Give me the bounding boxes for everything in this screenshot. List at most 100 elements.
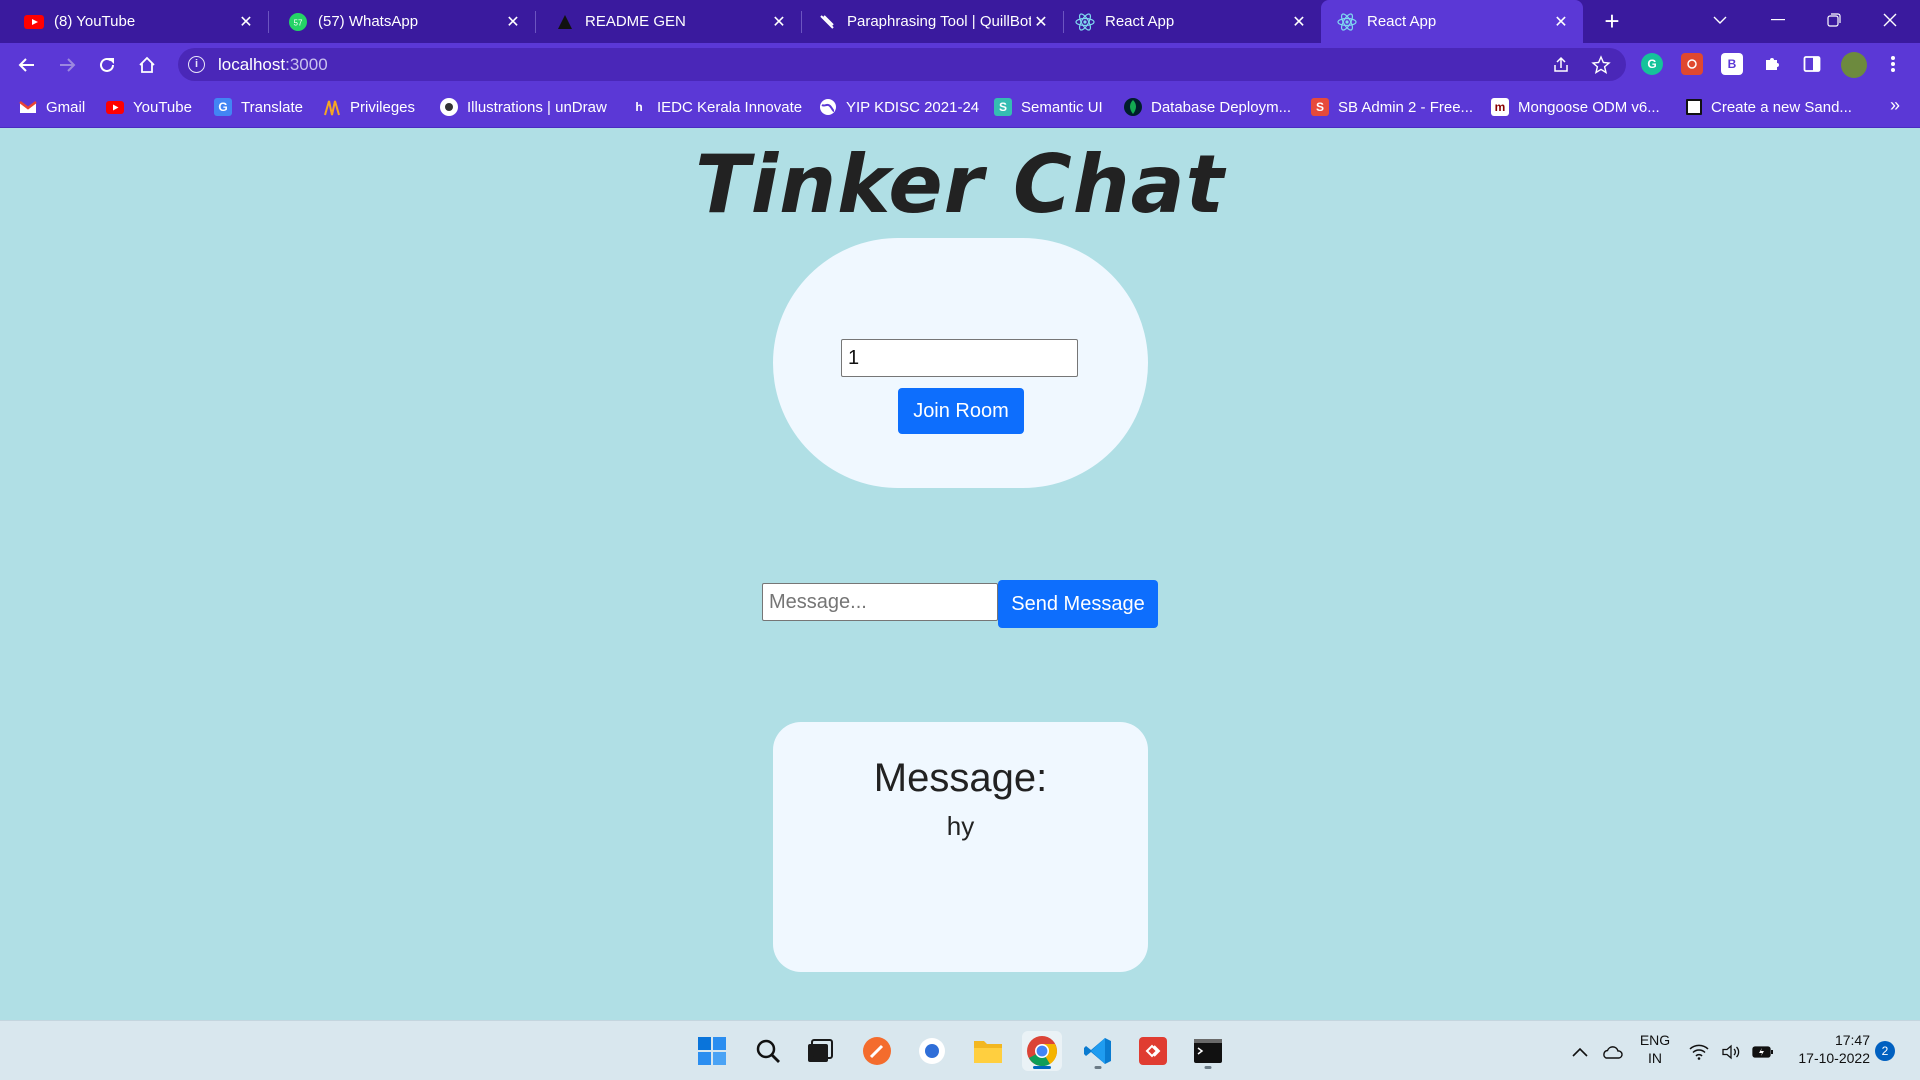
translate-icon: G [214, 98, 232, 116]
language-indicator[interactable]: ENG IN [1636, 1031, 1674, 1067]
site-info-icon[interactable]: i [188, 56, 205, 73]
wifi-icon[interactable] [1688, 1041, 1710, 1063]
bookmark-gmail[interactable]: Gmail [19, 96, 85, 118]
bookmark-database-deployments[interactable]: Database Deploym... [1124, 96, 1291, 118]
tab-search-chevron-icon[interactable] [1692, 0, 1748, 40]
side-panel-icon[interactable] [1801, 53, 1823, 75]
minimize-button[interactable] [1750, 0, 1806, 40]
page-title: Tinker Chat [695, 138, 1225, 231]
bookmark-label: Create a new Sand... [1711, 98, 1852, 116]
windows-start-icon[interactable] [692, 1031, 732, 1071]
close-icon[interactable]: ✕ [503, 12, 523, 32]
tab-divider [268, 11, 269, 33]
tab-readme-gen[interactable]: README GEN ✕ [537, 0, 801, 43]
message-input[interactable] [762, 583, 998, 621]
back-button[interactable] [13, 51, 41, 79]
active-indicator [1033, 1066, 1051, 1069]
bookmark-label: Illustrations | unDraw [467, 98, 607, 116]
tab-youtube[interactable]: (8) YouTube ✕ [0, 0, 268, 43]
bookmark-sb-admin[interactable]: S SB Admin 2 - Free... [1311, 96, 1473, 118]
clock-date: 17-10-2022 [1798, 1050, 1870, 1066]
bookmark-iedc[interactable]: h IEDC Kerala Innovate [630, 96, 802, 118]
close-icon[interactable]: ✕ [1289, 12, 1309, 32]
bookmark-label: Semantic UI [1021, 98, 1103, 116]
app-launcher-icon[interactable] [912, 1031, 952, 1071]
sb-admin-icon: S [1311, 98, 1329, 116]
grammarly-extension-icon[interactable]: G [1641, 53, 1663, 75]
bookmark-codesandbox[interactable]: Create a new Sand... [1686, 96, 1852, 118]
bookmark-yip-kdisc[interactable]: YIP KDISC 2021-24 [819, 96, 979, 118]
room-id-input[interactable] [841, 339, 1078, 377]
close-icon[interactable]: ✕ [236, 12, 256, 32]
bookmark-translate[interactable]: G Translate [214, 96, 303, 118]
tab-quillbot[interactable]: Paraphrasing Tool | QuillBot ✕ [803, 0, 1063, 43]
running-indicator [1094, 1066, 1102, 1069]
forward-button[interactable] [53, 51, 81, 79]
tab-react-app[interactable]: React App ✕ [1065, 0, 1321, 43]
mongodb-leaf-icon [1124, 98, 1142, 116]
extension-b-icon[interactable]: B [1721, 53, 1743, 75]
url-port: :3000 [285, 55, 328, 74]
restore-button[interactable] [1806, 0, 1862, 40]
volume-icon[interactable] [1720, 1041, 1742, 1063]
undraw-icon [440, 98, 458, 116]
tab-label: React App [1105, 13, 1175, 30]
brave-browser-icon[interactable] [857, 1031, 897, 1071]
extensions-puzzle-icon[interactable] [1761, 53, 1783, 75]
tab-strip: (8) YouTube ✕ 57 (57) WhatsApp ✕ README … [0, 0, 1920, 43]
bookmark-youtube[interactable]: YouTube [106, 96, 192, 118]
close-icon[interactable]: ✕ [1551, 12, 1571, 32]
address-bar[interactable]: i localhost:3000 [178, 48, 1626, 81]
bookmark-privileges[interactable]: Privileges [323, 96, 415, 118]
close-window-button[interactable] [1862, 0, 1918, 40]
tab-react-app-active[interactable]: React App ✕ [1321, 0, 1583, 43]
globe-icon [819, 98, 837, 116]
task-view-icon[interactable] [800, 1031, 840, 1071]
tab-label: Paraphrasing Tool | QuillBot [847, 13, 1031, 30]
address-toolbar: i localhost:3000 G B [0, 43, 1920, 86]
join-room-button[interactable]: Join Room [898, 388, 1024, 434]
close-icon[interactable]: ✕ [769, 12, 789, 32]
close-icon[interactable]: ✕ [1031, 12, 1051, 32]
profile-avatar[interactable] [1841, 52, 1867, 78]
region-code: IN [1648, 1050, 1662, 1066]
bookmark-undraw[interactable]: Illustrations | unDraw [440, 96, 607, 118]
language-code: ENG [1639, 1032, 1671, 1048]
privileges-icon [323, 98, 341, 116]
bookmarks-bar: Gmail YouTube G Translate Privileges Ill… [0, 86, 1920, 128]
quillbot-icon [817, 12, 837, 32]
bookmark-semantic-ui[interactable]: S Semantic UI [994, 96, 1103, 118]
chevron-up-icon[interactable] [1569, 1041, 1591, 1063]
git-client-icon[interactable] [1133, 1031, 1173, 1071]
bookmark-label: IEDC Kerala Innovate [657, 98, 803, 116]
file-explorer-icon[interactable] [968, 1031, 1008, 1071]
search-icon[interactable] [748, 1031, 788, 1071]
join-room-card: Join Room [773, 238, 1148, 488]
new-tab-button[interactable]: + [1598, 8, 1626, 36]
clock-time: 17:47 [1834, 1032, 1870, 1048]
app-viewport: Tinker Chat Join Room Send Message Messa… [0, 128, 1920, 1020]
reload-button[interactable] [93, 51, 121, 79]
notification-badge[interactable]: 2 [1875, 1041, 1895, 1061]
tab-whatsapp[interactable]: 57 (57) WhatsApp ✕ [270, 0, 535, 43]
terminal-icon[interactable] [1188, 1031, 1228, 1071]
message-heading: Message: [873, 756, 1048, 800]
share-icon[interactable] [1550, 54, 1572, 76]
chrome-taskbar-icon[interactable] [1022, 1031, 1062, 1071]
extension-red-icon[interactable] [1681, 53, 1703, 75]
vscode-icon[interactable] [1078, 1031, 1118, 1071]
more-bookmarks-icon[interactable]: » [1890, 95, 1900, 116]
bookmark-mongoose[interactable]: m Mongoose ODM v6... [1491, 96, 1660, 118]
clock[interactable]: 17:47 17-10-2022 [1786, 1031, 1870, 1067]
menu-kebab-icon[interactable] [1882, 53, 1904, 75]
received-message-card: Message: hy [773, 722, 1148, 972]
onedrive-cloud-icon[interactable] [1601, 1041, 1623, 1063]
bookmark-star-icon[interactable] [1590, 54, 1612, 76]
bookmark-label: Translate [241, 98, 303, 116]
url-text[interactable]: localhost:3000 [218, 55, 328, 75]
battery-icon[interactable] [1752, 1041, 1774, 1063]
youtube-icon [106, 98, 124, 116]
send-message-button[interactable]: Send Message [998, 580, 1158, 628]
react-icon [1337, 12, 1357, 32]
home-button[interactable] [133, 51, 161, 79]
